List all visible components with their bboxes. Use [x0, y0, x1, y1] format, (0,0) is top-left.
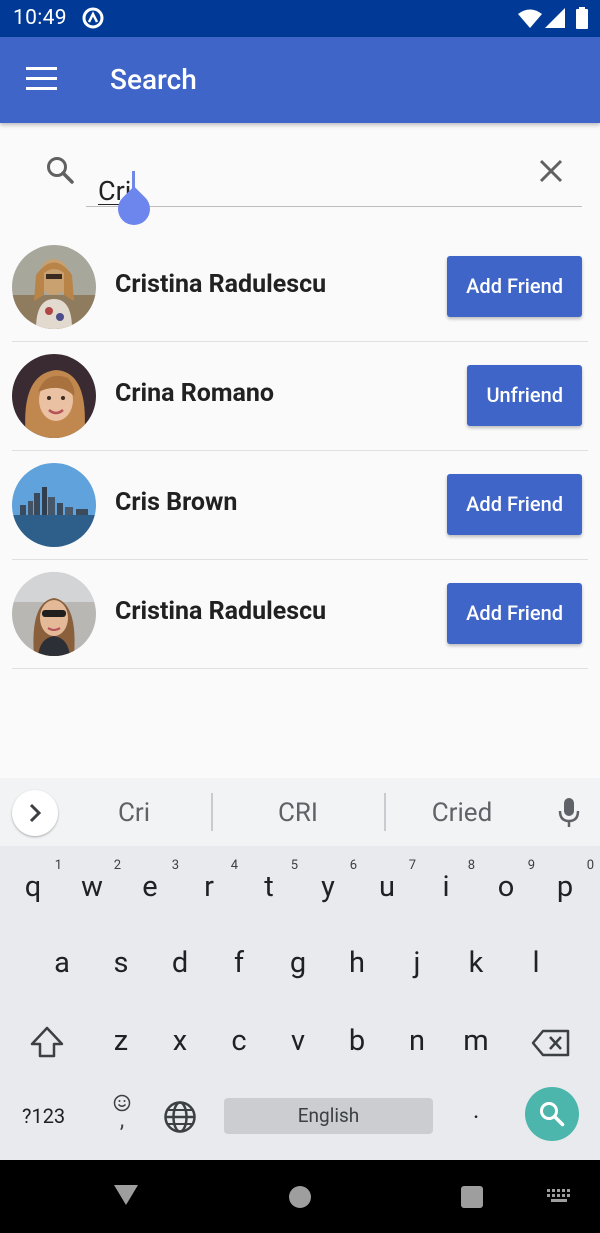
microphone-icon[interactable] — [558, 798, 580, 828]
key-f[interactable]: f — [214, 946, 264, 980]
keyboard-switch-icon[interactable] — [547, 1189, 573, 1205]
key-q[interactable]: q1 — [8, 858, 62, 904]
key-u[interactable]: u7 — [362, 858, 416, 904]
key-v[interactable]: v — [273, 1024, 323, 1058]
key-h[interactable]: h — [332, 946, 382, 980]
key-l[interactable]: l — [511, 946, 561, 980]
key-e[interactable]: e3 — [125, 858, 179, 904]
symbols-key[interactable]: ?123 — [22, 1104, 65, 1128]
chevron-right-icon — [29, 803, 42, 823]
suggestion-3[interactable]: Cried — [397, 798, 527, 828]
globe-icon[interactable] — [163, 1100, 197, 1134]
page-title: Search — [110, 63, 197, 96]
backspace-icon[interactable] — [531, 1028, 571, 1058]
friend-name: Crina Romano — [115, 379, 275, 408]
key-r[interactable]: r4 — [184, 858, 238, 904]
avatar — [12, 354, 96, 438]
results-list: Cristina Radulescu Add Friend Crina Roma… — [12, 233, 588, 669]
key-s[interactable]: s — [96, 946, 146, 980]
key-b[interactable]: b — [332, 1024, 382, 1058]
list-item: Cristina Radulescu Add Friend — [12, 233, 588, 342]
suggestion-divider — [384, 793, 386, 831]
key-g[interactable]: g — [273, 946, 323, 980]
soft-keyboard: Cri CRI Cried q1 w2 e3 r4 t5 y6 u7 i8 o9… — [0, 778, 600, 1160]
suggestion-1[interactable]: Cri — [69, 798, 199, 828]
expand-toolbar-button[interactable] — [12, 790, 58, 836]
suggestion-strip: Cri CRI Cried — [0, 778, 600, 846]
clear-icon[interactable] — [538, 158, 564, 184]
space-key[interactable]: English — [224, 1098, 433, 1134]
friend-name: Cris Brown — [115, 488, 238, 517]
avatar — [12, 572, 96, 656]
add-friend-button[interactable]: Add Friend — [447, 474, 582, 535]
search-bar: Cri — [0, 123, 600, 233]
list-item: Cris Brown Add Friend — [12, 451, 588, 560]
add-friend-button[interactable]: Add Friend — [447, 256, 582, 317]
key-i[interactable]: i8 — [421, 858, 475, 904]
nfc-icon — [82, 7, 104, 29]
key-t[interactable]: t5 — [244, 858, 298, 904]
key-y[interactable]: y6 — [303, 858, 357, 904]
unfriend-button[interactable]: Unfriend — [467, 365, 582, 426]
key-a[interactable]: a — [37, 946, 87, 980]
status-bar: 10:49 — [0, 0, 600, 37]
navigation-bar — [0, 1160, 600, 1233]
menu-icon[interactable] — [26, 67, 58, 91]
avatar — [12, 463, 96, 547]
add-friend-button[interactable]: Add Friend — [447, 583, 582, 644]
recents-icon[interactable] — [461, 1186, 483, 1208]
battery-icon — [576, 7, 588, 29]
friend-name: Cristina Radulescu — [115, 597, 327, 626]
search-icon — [47, 157, 74, 184]
period-key[interactable]: . — [473, 1096, 479, 1124]
key-c[interactable]: c — [214, 1024, 264, 1058]
home-icon[interactable] — [289, 1186, 311, 1208]
key-d[interactable]: d — [155, 946, 205, 980]
key-x[interactable]: x — [155, 1024, 205, 1058]
key-z[interactable]: z — [96, 1024, 146, 1058]
key-p[interactable]: p0 — [540, 858, 594, 904]
app-bar: Search — [0, 37, 600, 123]
key-m[interactable]: m — [451, 1024, 501, 1058]
search-key[interactable] — [525, 1087, 579, 1141]
key-j[interactable]: j — [392, 946, 442, 980]
suggestion-divider — [211, 793, 213, 831]
key-w[interactable]: w2 — [67, 858, 121, 904]
list-item: Crina Romano Unfriend — [12, 342, 588, 451]
status-time: 10:49 — [13, 6, 67, 30]
list-item: Cristina Radulescu Add Friend — [12, 560, 588, 669]
search-icon — [540, 1102, 565, 1127]
suggestion-2[interactable]: CRI — [233, 798, 363, 828]
key-n[interactable]: n — [392, 1024, 442, 1058]
avatar — [12, 245, 96, 329]
wifi-icon — [518, 9, 542, 28]
key-k[interactable]: k — [451, 946, 501, 980]
emoji-comma-key[interactable]: , — [109, 1094, 135, 1132]
key-o[interactable]: o9 — [481, 858, 535, 904]
shift-icon[interactable] — [29, 1025, 65, 1059]
search-input[interactable]: Cri — [86, 143, 582, 209]
cellular-signal-icon — [545, 8, 565, 28]
friend-name: Cristina Radulescu — [115, 270, 327, 299]
back-icon[interactable] — [113, 1184, 139, 1206]
